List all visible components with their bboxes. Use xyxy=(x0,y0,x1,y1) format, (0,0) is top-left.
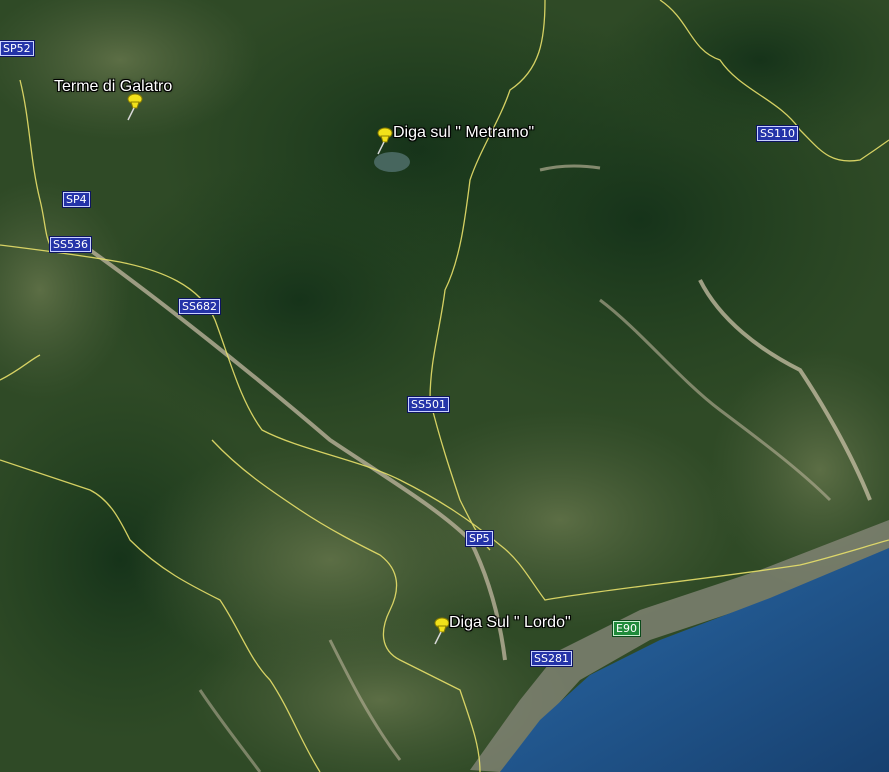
yellow-pushpin-icon[interactable] xyxy=(122,92,144,122)
road-shield-sp5[interactable]: SP5 xyxy=(466,531,493,546)
road-shield-ss110[interactable]: SS110 xyxy=(757,126,798,141)
placemark-label-metramo[interactable]: Diga sul " Metramo" xyxy=(393,124,534,142)
road-shield-e90[interactable]: E90 xyxy=(613,621,640,636)
road-shield-sp4[interactable]: SP4 xyxy=(63,192,90,207)
yellow-pushpin-icon[interactable] xyxy=(372,126,394,156)
road-shield-ss682[interactable]: SS682 xyxy=(179,299,220,314)
yellow-pushpin-icon[interactable] xyxy=(429,616,451,646)
placemark-label-lordo[interactable]: Diga Sul " Lordo" xyxy=(449,614,571,632)
road-shield-sp52[interactable]: SP52 xyxy=(0,41,34,56)
road-shield-ss501[interactable]: SS501 xyxy=(408,397,449,412)
road-shield-ss281[interactable]: SS281 xyxy=(531,651,572,666)
placemark-label-galatro[interactable]: Terme di Galatro xyxy=(54,78,172,96)
satellite-map[interactable]: SP52 SP4 SS536 SS682 SS501 SP5 SS110 E90… xyxy=(0,0,889,772)
road-shield-ss536[interactable]: SS536 xyxy=(50,237,91,252)
